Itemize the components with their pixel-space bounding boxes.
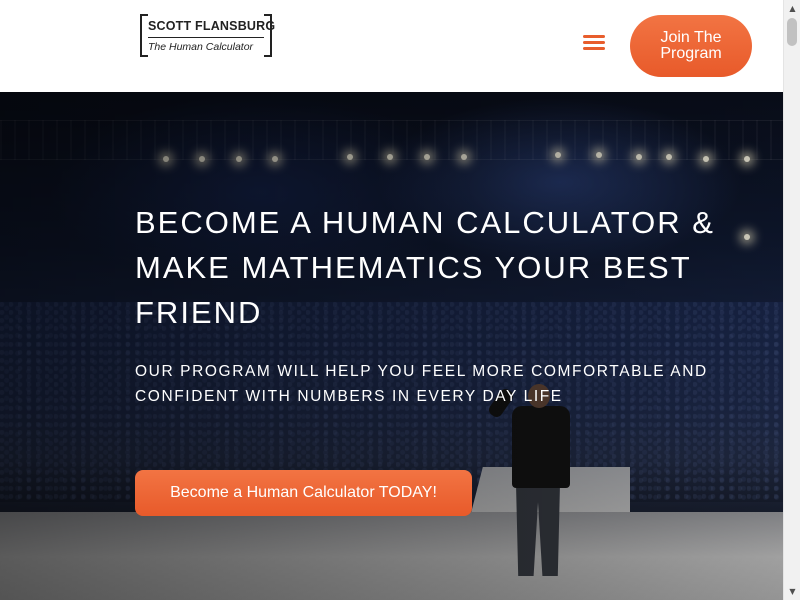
hero-overlay [0, 92, 783, 600]
hamburger-menu-icon[interactable] [583, 33, 605, 51]
hero-title: BECOME A HUMAN CALCULATOR & MAKE MATHEMA… [135, 205, 715, 330]
join-program-button[interactable]: Join The Program [630, 15, 752, 77]
hero-section: BECOME A HUMAN CALCULATOR & MAKE MATHEMA… [0, 92, 783, 600]
logo-bracket-right [264, 14, 272, 57]
logo-name: SCOTT FLANSBURG [148, 19, 275, 38]
scrollbar-thumb[interactable] [787, 18, 797, 46]
hero-subtitle: OUR PROGRAM WILL HELP YOU FEEL MORE COMF… [135, 363, 708, 405]
page: SCOTT FLANSBURG The Human Calculator Joi… [0, 0, 783, 600]
logo-tagline: The Human Calculator [148, 41, 254, 53]
menu-bar [583, 35, 605, 38]
menu-bar [583, 41, 605, 44]
site-header: SCOTT FLANSBURG The Human Calculator Joi… [0, 0, 783, 92]
logo-bracket-left [140, 14, 148, 57]
menu-bar [583, 47, 605, 50]
scroll-down-arrow-icon[interactable]: ▼ [784, 583, 800, 600]
scroll-up-arrow-icon[interactable]: ▲ [784, 0, 800, 17]
site-logo[interactable]: SCOTT FLANSBURG The Human Calculator [140, 14, 275, 57]
vertical-scrollbar[interactable]: ▲ ▼ [783, 0, 800, 600]
become-human-calculator-button[interactable]: Become a Human Calculator TODAY! [135, 470, 472, 516]
